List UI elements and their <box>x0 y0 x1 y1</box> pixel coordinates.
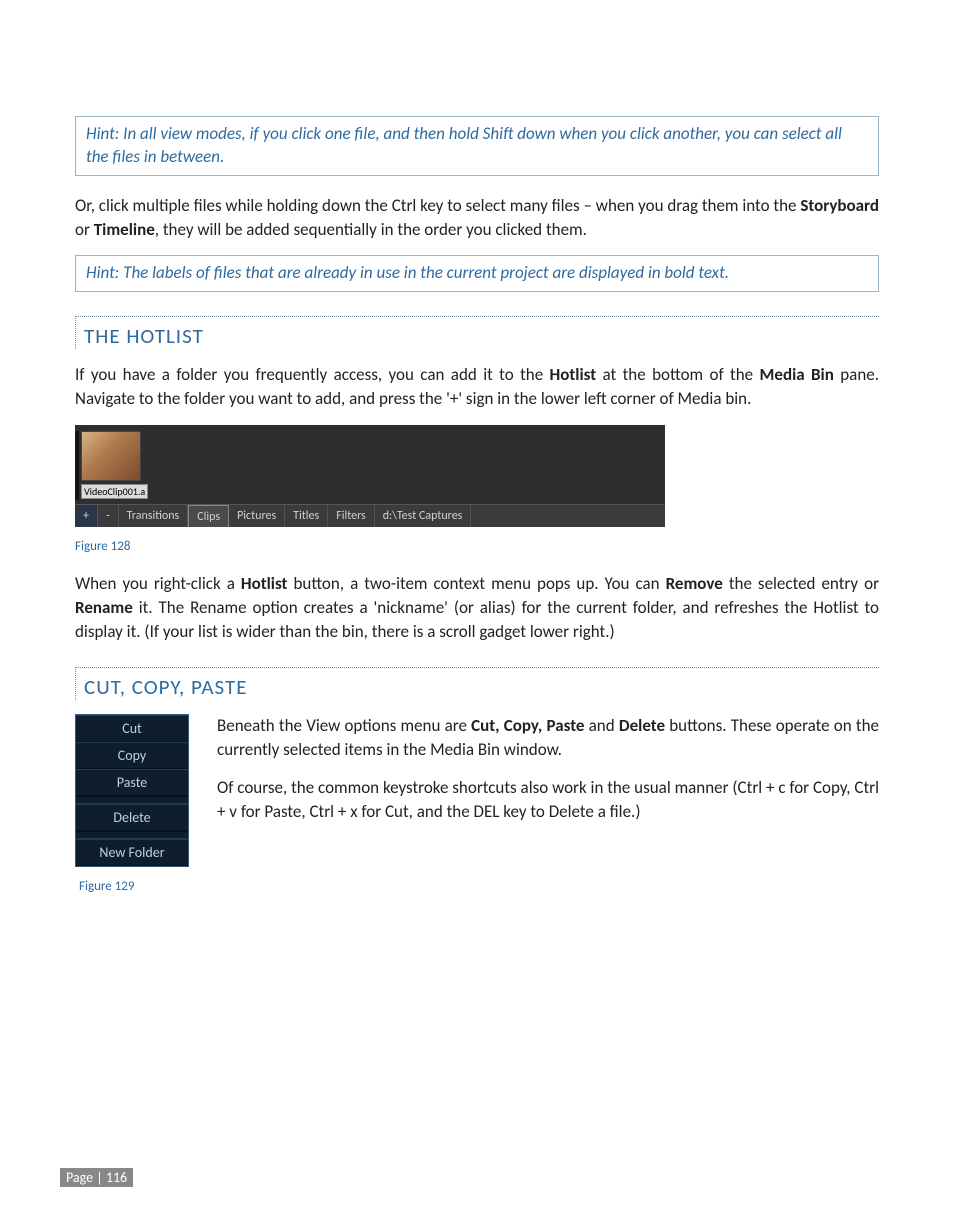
hotlist-tab-testcaptures[interactable]: d:\Test Captures <box>375 505 472 527</box>
paragraph-ccp-1: Beneath the View options menu are Cut, C… <box>217 714 879 762</box>
text: at the bottom of the <box>596 364 759 385</box>
text: When you right-click a <box>75 573 241 594</box>
hotlist-add-button[interactable]: + <box>75 505 98 527</box>
paragraph-ccp-2: Of course, the common keystroke shortcut… <box>217 776 879 824</box>
figure-128: VideoClip001.a + - Transitions Clips Pic… <box>75 425 665 527</box>
hotlist-tab-titles[interactable]: Titles <box>285 505 328 527</box>
paragraph-rightclick: When you right-click a Hotlist button, a… <box>75 572 879 643</box>
figure-129-caption: Figure 129 <box>79 879 189 894</box>
thumbnail-wrap: VideoClip001.a <box>75 431 665 500</box>
ccp-bold: Cut, Copy, Paste <box>471 715 584 736</box>
text: or <box>75 219 94 240</box>
figure-129: Cut Copy Paste Delete New Folder <box>75 714 189 867</box>
hotlist-tab-clips[interactable]: Clips <box>188 505 229 527</box>
menu-separator <box>76 796 188 804</box>
menu-item-copy[interactable]: Copy <box>76 742 188 769</box>
text: Beneath the View options menu are <box>217 715 471 736</box>
menu-item-cut[interactable]: Cut <box>76 715 188 742</box>
hint-bold-used: Hint: The labels of files that are alrea… <box>75 255 879 292</box>
text: , they will be added sequentially in the… <box>155 219 587 240</box>
rename-bold: Rename <box>75 597 133 618</box>
figure-128-caption: Figure 128 <box>75 539 879 554</box>
menu-separator <box>76 831 188 839</box>
text: button, a two-item context menu pops up.… <box>287 573 665 594</box>
video-thumbnail[interactable] <box>81 431 141 481</box>
paragraph-hotlist: If you have a folder you frequently acce… <box>75 363 879 411</box>
text: and <box>584 715 618 736</box>
hotlist-tab-filters[interactable]: Filters <box>328 505 375 527</box>
text: it. The Rename option creates a 'nicknam… <box>75 597 879 642</box>
timeline-bold: Timeline <box>94 219 155 240</box>
storyboard-bold: Storyboard <box>800 195 879 216</box>
hotlist-tab-pictures[interactable]: Pictures <box>229 505 285 527</box>
text: If you have a folder you frequently acce… <box>75 364 550 385</box>
mediabin-bold: Media Bin <box>760 364 834 385</box>
section-header-hotlist: THE HOTLIST <box>75 316 879 349</box>
hotlist-bold: Hotlist <box>550 364 597 385</box>
hotlist-bold-2: Hotlist <box>241 573 288 594</box>
hotlist-remove-button[interactable]: - <box>98 505 119 527</box>
menu-item-delete[interactable]: Delete <box>76 804 188 831</box>
paragraph-ctrl-select: Or, click multiple files while holding d… <box>75 194 879 242</box>
remove-bold: Remove <box>666 573 723 594</box>
menu-item-paste[interactable]: Paste <box>76 769 188 796</box>
hotlist-tab-transitions[interactable]: Transitions <box>119 505 189 527</box>
page-number-footer: Page | 116 <box>60 1168 133 1187</box>
menu-item-new-folder[interactable]: New Folder <box>76 839 188 866</box>
hint-shift-select: Hint: In all view modes, if you click on… <box>75 116 879 176</box>
text: the selected entry or <box>723 573 879 594</box>
delete-bold: Delete <box>619 715 665 736</box>
section-header-ccp: CUT, COPY, PASTE <box>75 667 879 700</box>
hotlist-tab-bar: + - Transitions Clips Pictures Titles Fi… <box>75 504 665 527</box>
thumbnail-label: VideoClip001.a <box>81 484 148 499</box>
text: Or, click multiple files while holding d… <box>75 195 800 216</box>
